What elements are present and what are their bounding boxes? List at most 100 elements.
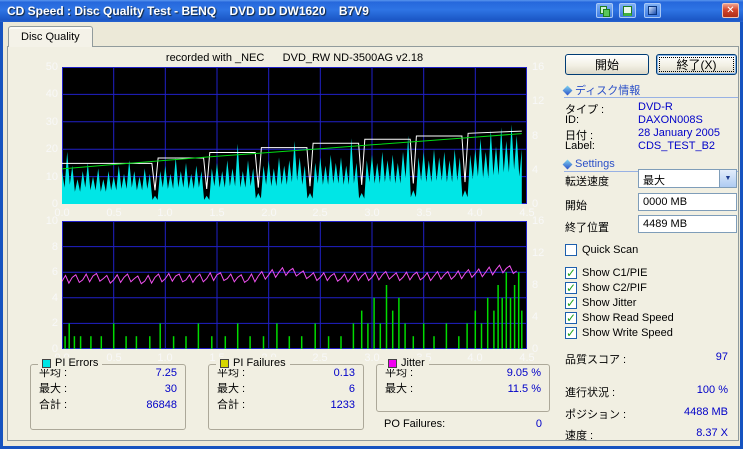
y-axis-left-label: 50	[45, 61, 58, 73]
speed-select-value: 最大	[643, 175, 665, 187]
disc-id-row: ID: DAXON008S	[565, 114, 703, 126]
checkbox-show-jitter[interactable]: Show Jitter	[565, 296, 636, 310]
checkbox-box[interactable]	[565, 326, 577, 340]
checkbox-show-write-speed[interactable]: Show Write Speed	[565, 326, 673, 340]
exit-button[interactable]: 終了(X)	[656, 54, 737, 75]
checkbox-show-c2-pif[interactable]: Show C2/PIF	[565, 281, 647, 295]
checkbox-box[interactable]	[565, 281, 577, 295]
pi-failures-legend-title: PI Failures	[216, 357, 290, 369]
y-axis-right-label: 12	[532, 95, 545, 107]
close-icon: ✕	[726, 4, 735, 16]
pi-errors-total-row: 合計 :86848	[39, 399, 177, 411]
y-axis-right-label: 4	[532, 311, 539, 323]
checkbox-box[interactable]	[565, 266, 577, 280]
pi-errors-speed-chart	[62, 67, 527, 204]
y-axis-right-label: 4	[532, 164, 539, 176]
y-axis-left-label: 10	[45, 215, 58, 227]
pi-errors-legend-title: PI Errors	[38, 357, 103, 369]
x-axis-label: 4.0	[467, 207, 483, 219]
y-axis-right-label: 8	[532, 130, 539, 142]
y-axis-right-label: 12	[532, 247, 545, 259]
pi-errors-legend-box: PI Errors 平均 :7.25 最大 :30 合計 :86848	[30, 357, 186, 430]
y-axis-right-label: 16	[532, 215, 545, 227]
disc-info-icon	[562, 85, 573, 95]
pi-errors-max-row: 最大 :30	[39, 383, 177, 395]
disc-quality-page: recorded with _NEC DVD_RW ND-3500AG v2.1…	[7, 46, 739, 442]
quality-score-row: 品質スコア :97	[565, 351, 728, 366]
sheet-icon	[623, 5, 632, 16]
disc-info-header: ディスク情報	[562, 83, 738, 98]
checkbox-show-read-speed[interactable]: Show Read Speed	[565, 311, 674, 325]
jitter-legend-title: Jitter	[384, 357, 429, 369]
x-axis-label: 2.5	[312, 352, 328, 364]
titlebar-sheet-button[interactable]	[619, 3, 636, 18]
y-axis-left-label: 2	[51, 317, 58, 329]
end-position-label: 終了位置	[565, 222, 609, 234]
x-axis-label: 3.0	[364, 352, 380, 364]
y-axis-left-label: 40	[45, 88, 58, 100]
titlebar: CD Speed : Disc Quality Test - BENQ DVD …	[0, 0, 743, 22]
y-axis-left-label: 8	[51, 241, 58, 253]
end-position-input[interactable]	[638, 215, 737, 233]
progress-row: 進行状況 :100 %	[565, 384, 728, 399]
jitter-max-row: 最大 :11.5 %	[385, 383, 541, 395]
disc-label-row: Label: CDS_TEST_B2	[565, 140, 716, 152]
client-area: Disc Quality recorded with _NEC DVD_RW N…	[0, 22, 743, 449]
x-axis-label: 0.5	[106, 352, 122, 364]
x-axis-label: 0.5	[106, 207, 122, 219]
x-axis-label: 2.0	[261, 207, 277, 219]
start-button[interactable]: 開始	[565, 54, 649, 75]
speed-label: 転送速度	[565, 176, 609, 188]
pi-failures-legend-box: PI Failures 平均 :0.13 最大 :6 合計 :1233	[208, 357, 364, 430]
checkbox-label: Show Jitter	[582, 297, 637, 309]
close-button[interactable]: ✕	[722, 3, 739, 18]
x-axis-label: 3.0	[364, 207, 380, 219]
app-window: CD Speed : Disc Quality Test - BENQ DVD …	[0, 0, 743, 449]
x-axis-label: 1.0	[157, 352, 173, 364]
pi-failures-jitter-chart	[62, 221, 527, 349]
speed-row: 速度 :8.37 X	[565, 427, 728, 442]
tab-strip: Disc Quality	[5, 26, 93, 47]
start-position-label: 開始	[565, 200, 587, 212]
position-row: ポジション :4488 MB	[565, 406, 728, 421]
titlebar-pages-button[interactable]	[596, 3, 613, 18]
y-axis-left-label: 20	[45, 143, 58, 155]
checkbox-show-c1-pie[interactable]: Show C1/PIE	[565, 266, 647, 280]
disc-type-row: タイプ : DVD-R	[565, 101, 673, 116]
checkbox-label: Quick Scan	[582, 244, 639, 256]
pi-failures-max-row: 最大 :6	[217, 383, 355, 395]
checkbox-box[interactable]	[565, 244, 577, 256]
start-position-input[interactable]	[638, 193, 737, 211]
checkbox-quick-scan[interactable]: Quick Scan	[565, 243, 638, 257]
speed-select[interactable]: 最大 ▼	[638, 169, 737, 188]
checkbox-label: Show C1/PIE	[582, 267, 648, 279]
x-axis-label: 1.0	[157, 207, 173, 219]
checkbox-label: Show C2/PIF	[582, 282, 647, 294]
x-axis-label: 2.5	[312, 207, 328, 219]
po-failures-row: PO Failures: 0	[384, 418, 542, 430]
y-axis-left-label: 30	[45, 116, 58, 128]
y-axis-left-label: 6	[51, 266, 58, 278]
x-axis-label: 4.0	[467, 352, 483, 364]
y-axis-right-label: 8	[532, 279, 539, 291]
titlebar-panel-button[interactable]	[644, 3, 661, 18]
y-axis-left-label: 10	[45, 171, 58, 183]
pi-failures-total-row: 合計 :1233	[217, 399, 355, 411]
x-axis-label: 1.5	[209, 207, 225, 219]
tab-disc-quality[interactable]: Disc Quality	[8, 26, 93, 47]
y-axis-left-label: 4	[51, 292, 58, 304]
disc-date-row: 日付 :28 January 2005	[565, 127, 720, 142]
panel-icon	[648, 6, 657, 15]
checkbox-box[interactable]	[565, 296, 577, 310]
pi-failures-swatch	[220, 358, 229, 368]
settings-icon	[562, 159, 573, 169]
checkbox-box[interactable]	[565, 311, 577, 325]
recorded-with-text: recorded with _NEC DVD_RW ND-3500AG v2.1…	[165, 52, 424, 64]
y-axis-right-label: 16	[532, 61, 545, 73]
chevron-down-icon[interactable]: ▼	[719, 170, 736, 187]
jitter-swatch	[388, 358, 397, 368]
pi-errors-swatch	[42, 358, 51, 368]
checkbox-label: Show Read Speed	[582, 312, 674, 324]
x-axis-label: 3.5	[416, 207, 432, 219]
checkbox-label: Show Write Speed	[582, 327, 673, 339]
